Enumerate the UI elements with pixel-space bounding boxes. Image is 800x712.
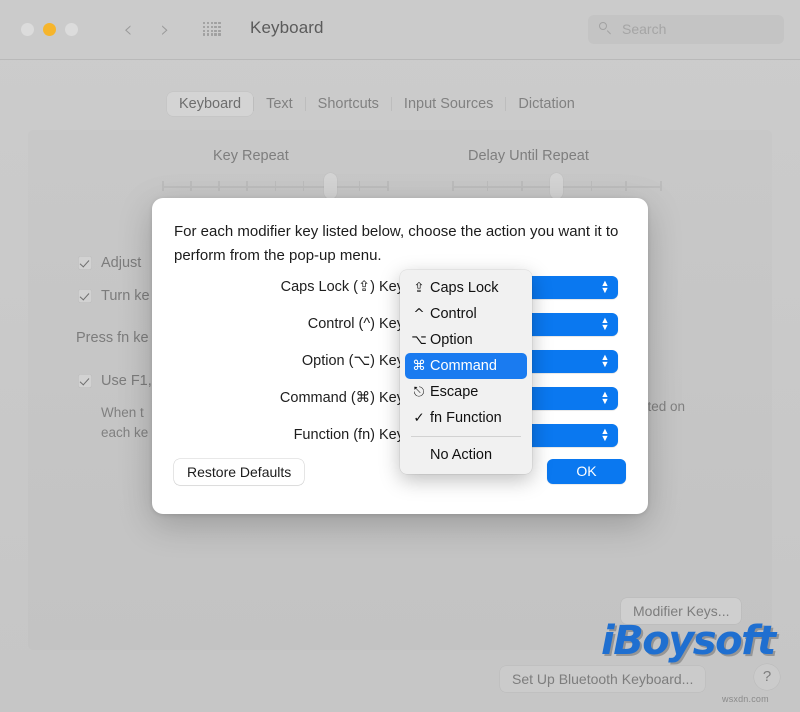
slider-tick [218,181,220,191]
chevron-updown-icon: ▲ ▼ [600,425,610,443]
minimize-window-button[interactable] [43,23,56,36]
forward-button[interactable]: › [152,16,178,44]
delay-until-repeat-slider[interactable] [452,173,662,199]
checkbox-indicator[interactable] [78,289,92,303]
menu-item-label: Option [430,332,473,348]
preferences-window: ‹ › Keyboard Search Keyboard Text Shortc… [0,0,800,712]
search-placeholder: Search [622,21,667,37]
set-up-bluetooth-keyboard-button[interactable]: Set Up Bluetooth Keyboard... [500,666,706,692]
help-text-line2: each ke [101,425,149,440]
tab-text[interactable]: Text [254,92,305,116]
menu-item-control[interactable]: ^ Control [405,301,527,327]
modifier-row-control: Control (^) Key Control ▲▼ [160,311,618,337]
modifier-label: Function (fn) Key [293,427,404,443]
slider-tick [590,181,593,191]
checkbox-label: Turn ke [101,288,150,304]
slider-tick [387,181,389,191]
menu-item-label: Caps Lock [430,280,499,296]
chevron-updown-icon: ▲ ▼ [600,277,610,295]
slider-tick [660,181,662,191]
modifier-label: Option (⌥) Key [301,353,404,369]
watermark-brand-rest: Boysoft [613,618,776,664]
chevron-updown-icon: ▲ ▼ [600,388,610,406]
show-all-grid-icon[interactable] [203,22,221,37]
menu-item-escape[interactable]: ⎋ Escape [405,379,527,405]
modifier-row-option: Option (⌥) Key Option ▲▼ [160,348,618,374]
menu-item-label: No Action [430,447,493,463]
checkbox-use-f1-f12[interactable]: Use F1, [78,373,152,389]
restore-defaults-button[interactable]: Restore Defaults [174,459,305,485]
menu-item-caps-lock[interactable]: ⇪ Caps Lock [405,275,527,301]
modifier-row-caps-lock: Caps Lock (⇪) Key Caps Lock ▲▼ [160,274,618,300]
ok-button[interactable]: OK [547,459,626,484]
checkbox-label: Adjust [101,255,142,271]
iboysoft-watermark: iBoysoft [601,618,776,664]
modifier-action-dropdown-menu: ⇪ Caps Lock ^ Control ⌥ Option ⌘ Command… [400,270,532,474]
back-button[interactable]: ‹ [115,16,141,44]
slider-tick [302,181,305,191]
modifier-row-command: Command (⌘) Key Command ▲▼ [160,385,618,411]
page-title: Keyboard [250,18,324,37]
chevron-updown-icon: ▲ ▼ [600,351,610,369]
help-text-line1: When t [101,405,144,420]
checkbox-indicator[interactable] [78,256,92,270]
menu-item-label: fn Function [430,410,502,426]
slider-tick [521,181,523,191]
control-symbol-icon: ^ [413,306,425,322]
close-window-button[interactable] [21,23,34,36]
escape-symbol-icon: ⎋ [413,384,425,400]
option-symbol-icon: ⌥ [411,332,427,348]
menu-item-label: Escape [430,384,479,400]
slider-tick [246,181,248,191]
slider-knob[interactable] [324,173,338,199]
key-repeat-slider[interactable] [162,173,389,199]
checkbox-turn-keyboard-backlight[interactable]: Turn ke [78,288,150,304]
modifier-label: Command (⌘) Key [279,390,404,406]
search-icon [599,22,613,36]
chevron-updown-icon: ▲ ▼ [600,314,610,332]
checkbox-indicator[interactable] [78,374,92,388]
slider-knob[interactable] [549,173,563,199]
menu-item-command[interactable]: ⌘ Command [405,353,527,379]
tab-shortcuts[interactable]: Shortcuts [306,92,391,116]
slider-tick [274,181,276,191]
delay-until-repeat-label: Delay Until Repeat [468,148,589,164]
caps-lock-symbol-icon: ⇪ [413,280,425,296]
watermark-brand-i: i [601,618,615,664]
tab-dictation[interactable]: Dictation [506,92,586,116]
tab-keyboard[interactable]: Keyboard [167,91,254,116]
checkbox-label: Use F1, [101,373,152,389]
menu-separator [411,436,521,437]
slider-tick [452,181,454,191]
zoom-window-button[interactable] [65,23,78,36]
help-button[interactable]: ? [754,664,780,690]
modifier-label: Caps Lock (⇪) Key [280,279,404,295]
slider-tick [625,181,627,191]
tab-input-sources[interactable]: Input Sources [392,92,505,116]
dialog-description: For each modifier key listed below, choo… [174,223,619,264]
slider-tick [162,181,164,191]
watermark-subtext: wsxdn.com [722,694,769,704]
menu-item-label: Control [430,306,477,322]
slider-tick [358,181,361,191]
menu-item-option[interactable]: ⌥ Option [405,327,527,353]
press-fn-description: Press fn ke [76,330,149,346]
search-field[interactable]: Search [588,15,784,44]
menu-item-label: Command [430,358,497,374]
window-titlebar: ‹ › Keyboard Search [0,0,800,60]
tab-bar: Keyboard Text Shortcuts Input Sources Di… [167,90,587,117]
key-repeat-label: Key Repeat [213,148,289,164]
modifier-row-function: Function (fn) Key fn Function ▲▼ [160,422,618,448]
command-symbol-icon: ⌘ [412,358,426,374]
slider-tick [190,181,192,191]
checkmark-icon: ✓ [413,410,425,426]
menu-item-no-action[interactable]: No Action [405,442,527,468]
modifier-label: Control (^) Key [307,316,404,332]
checkbox-adjust-brightness[interactable]: Adjust [78,255,141,271]
slider-tick [486,181,489,191]
menu-item-fn-function[interactable]: ✓ fn Function [405,405,527,431]
